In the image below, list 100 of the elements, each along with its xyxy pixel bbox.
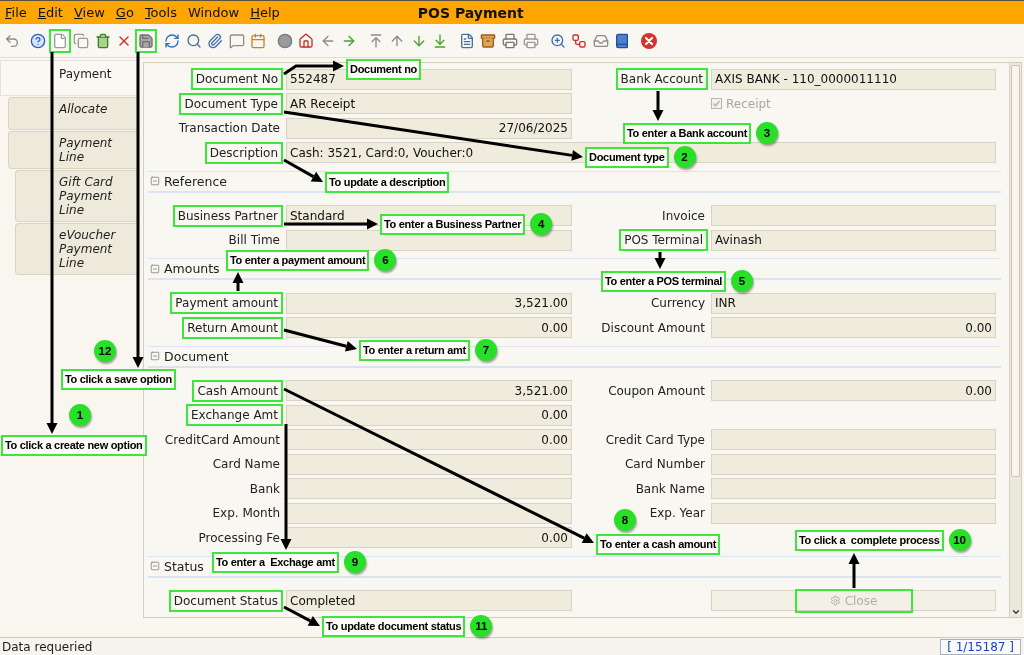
callout-tooltip: To click a save option [61,369,176,390]
tab[interactable]: Payment Line [8,131,140,169]
field-label: CreditCard Amount [164,431,281,449]
number-badge: 1 [69,404,91,426]
printer-icon [523,32,540,49]
number-badge: 11 [470,615,493,637]
chat-icon [228,32,245,49]
window-title: POS Payment [417,4,524,21]
input-field[interactable]: 0.00 [286,404,572,426]
callout-tooltip: To enter a Business Partner [380,213,526,235]
field-label: Description [204,141,283,164]
callout-tooltip: Document type [585,146,669,168]
menu-item[interactable]: Help [250,5,280,20]
callout-tooltip: Document no [346,59,421,80]
field-label: Discount Amount [601,319,706,337]
field-label: Transaction Date [178,120,281,137]
input-field[interactable] [286,478,572,499]
field-label: Bank Account [615,68,708,90]
home-icon [298,32,315,49]
callout-tooltip: To enter a POS terminal [601,270,726,292]
field-label: Exchange Amt [185,404,283,426]
field-label: Document Type [179,92,283,115]
scrollbar-thumb[interactable] [1011,65,1020,477]
callout-tooltip: To update document status [322,615,466,637]
menu-item[interactable]: Tools [144,5,177,20]
help-icon [30,32,47,49]
paperclip-icon [207,32,224,49]
field-label: Exp. Year [649,505,706,522]
field-label: Return Amount [182,316,283,339]
field-label: Bank Name [635,480,706,498]
callout-arrow [232,272,244,291]
field-label: Business Partner [172,204,283,227]
date-field[interactable]: 27/06/2025 [286,117,572,139]
input-field[interactable] [711,478,996,499]
input-field[interactable] [711,429,996,450]
field-label: Bank [249,480,281,498]
field-label: Bill Time [228,232,281,249]
tab[interactable]: Gift Card Payment Line [15,170,140,222]
menu-item[interactable]: Edit [37,5,63,20]
trash-icon [94,32,111,49]
page-icon [51,32,68,49]
close-icon [640,32,657,49]
workflow-icon [571,32,588,49]
field-label: Credit Card Type [605,431,706,449]
tab[interactable]: Allocate [8,97,140,130]
input-field[interactable]: Completed [286,590,572,611]
input-field[interactable] [286,502,572,524]
input-field[interactable]: 0.00 [286,317,572,338]
scroll-down-icon[interactable] [1010,607,1021,617]
collapse-icon[interactable] [150,176,160,186]
inbox-icon [592,32,609,49]
menu-item[interactable]: View [73,5,105,20]
input-field[interactable] [711,453,996,475]
field-label: Processing Fe [198,529,281,547]
input-field[interactable]: AXIS BANK - 110_0000011110 [711,68,996,90]
input-field[interactable] [711,502,996,524]
callout-arrow [848,553,860,588]
menu-item[interactable]: Window [187,5,240,20]
input-field[interactable]: 3,521.00 [286,380,572,401]
field-label: Invoice [662,207,706,225]
input-field[interactable] [286,453,572,475]
field-label: Card Number [624,456,706,473]
status-message: Data requeried [2,639,93,654]
copy-icon [73,32,90,49]
input-field[interactable] [711,205,996,226]
field-label: Payment amount [170,292,283,314]
collapse-icon[interactable] [150,263,160,274]
callout-arrow [283,60,344,76]
callout-arrow [654,252,666,269]
text-page-icon [458,32,475,49]
callout-tooltip: To enter a Exchage amt [212,551,339,573]
input-field[interactable]: 3,521.00 [286,292,572,314]
input-field[interactable]: 0.00 [286,429,572,450]
input-field[interactable]: 0.00 [711,317,996,338]
input-field[interactable]: 0.00 [286,527,572,548]
callout-tooltip: To enter a payment amount [226,249,370,271]
toolbar-button[interactable] [135,28,157,53]
callout-arrow [652,91,664,121]
section-title: Status [164,558,204,574]
input-field[interactable]: 0.00 [711,380,996,401]
field-label: Document No [190,68,283,90]
input-field[interactable]: INR [711,292,996,314]
callout-tooltip: To enter a return amt [359,339,470,361]
tab[interactable]: Payment [0,60,140,96]
record-counter: [ 1/15187 ] [940,638,1021,655]
input-field[interactable]: Avinash [711,229,996,251]
field-label: Card Name [212,456,281,473]
field-label: POS Terminal [619,229,708,251]
tab[interactable]: eVoucher Payment Line [15,223,140,275]
checkbox-label: Receipt [726,96,771,111]
menu-item[interactable]: File [5,5,27,20]
collapse-icon[interactable] [150,561,160,571]
collapse-icon[interactable] [150,351,160,361]
archive-icon [480,32,497,49]
undo-icon [3,32,20,49]
field-label: Document Status [168,589,283,612]
input-field[interactable]: AR Receipt [286,93,572,114]
field-label: Cash Amount [192,379,283,402]
printer-icon [501,32,518,49]
menu-item[interactable]: Go [115,5,134,20]
